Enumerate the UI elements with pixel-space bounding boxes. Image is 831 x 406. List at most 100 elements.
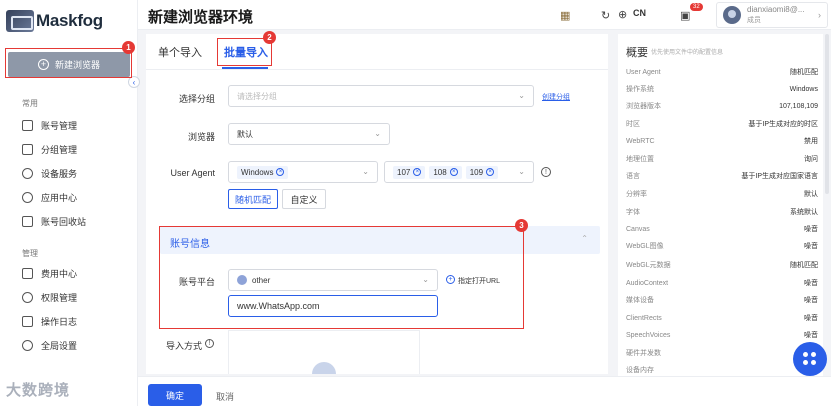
avatar bbox=[723, 6, 741, 24]
location-pin-icon bbox=[22, 167, 33, 179]
annotation-badge-3: 3 bbox=[515, 219, 528, 232]
summary-key: 地理位置 bbox=[626, 156, 654, 163]
group-select[interactable]: 请选择分组 ⌄ bbox=[228, 85, 534, 107]
remove-tag-icon[interactable]: × bbox=[449, 168, 458, 176]
sidebar: Maskfog + 新建浏览器 ‹ 常用 账号管理 分组管理 设备服务 应用中心… bbox=[0, 0, 140, 406]
sidebar-item-label: 账号回收站 bbox=[41, 216, 87, 227]
platform-globe-icon bbox=[237, 275, 247, 285]
browser-select[interactable]: 默认 ⌄ bbox=[228, 123, 390, 145]
notification-badge: 32 bbox=[690, 3, 703, 11]
account-info-title: 账号信息 bbox=[170, 239, 210, 250]
summary-value: 基于IP生成对应的时区 bbox=[748, 121, 818, 128]
tab-single-import[interactable]: 单个导入 bbox=[158, 44, 202, 60]
summary-value: 107,108,109 bbox=[779, 103, 818, 110]
yen-icon bbox=[22, 267, 33, 279]
sidebar-item-accounts[interactable]: 账号管理 bbox=[22, 117, 77, 133]
sidebar-item-settings[interactable]: 全局设置 bbox=[22, 337, 77, 353]
summary-row: User Agent 随机匹配 bbox=[626, 68, 818, 78]
summary-row: WebRTC 禁用 bbox=[626, 137, 818, 147]
group-folder-icon bbox=[22, 143, 33, 155]
globe-icon[interactable]: ⊕ bbox=[618, 8, 627, 21]
browser-value: 默认 bbox=[237, 129, 253, 139]
open-url-label[interactable]: 指定打开URL bbox=[458, 276, 500, 286]
os-select[interactable]: Windows × ⌄ bbox=[228, 161, 378, 183]
summary-scrollbar[interactable] bbox=[825, 34, 829, 194]
collapse-sidebar-icon[interactable]: ‹ bbox=[128, 76, 140, 88]
browser-label: 浏览器 bbox=[187, 132, 215, 142]
user-role: 成员 bbox=[747, 17, 761, 24]
summary-value: 噪音 bbox=[804, 243, 818, 250]
summary-row: 媒体设备 噪音 bbox=[626, 296, 818, 306]
confirm-button[interactable]: 确定 bbox=[148, 384, 202, 406]
summary-row: SpeechVoices 噪音 bbox=[626, 331, 818, 341]
summary-value: Windows bbox=[789, 86, 818, 93]
refresh-icon[interactable]: ↻ bbox=[601, 9, 610, 22]
sidebar-item-billing[interactable]: 费用中心 bbox=[22, 265, 77, 281]
sidebar-item-permissions[interactable]: 权限管理 bbox=[22, 289, 77, 305]
remove-tag-icon[interactable]: × bbox=[486, 168, 495, 176]
clipboard-icon bbox=[22, 315, 33, 327]
app-logo[interactable]: Maskfog bbox=[6, 8, 116, 34]
windows-layout-icon[interactable]: ▦ bbox=[560, 9, 570, 22]
new-browser-label: 新建浏览器 bbox=[54, 60, 100, 70]
ua-custom-button[interactable]: 自定义 bbox=[282, 189, 326, 209]
sidebar-item-logs[interactable]: 操作日志 bbox=[22, 313, 77, 329]
sidebar-item-label: 操作日志 bbox=[41, 316, 78, 327]
watermark: 大数跨境 bbox=[6, 382, 71, 399]
summary-panel: 概要 优先使用文件中的配置信息 User Agent 随机匹配 操作系统 Windo… bbox=[618, 34, 823, 376]
remove-tag-icon[interactable]: × bbox=[413, 168, 422, 176]
summary-subtitle: 优先使用文件中的配置信息 bbox=[651, 50, 724, 56]
url-input[interactable]: www.WhatsApp.com bbox=[228, 295, 438, 317]
maskfog-logo-icon bbox=[6, 10, 34, 32]
summary-key: 设备内存 bbox=[626, 367, 654, 374]
summary-key: SpeechVoices bbox=[626, 332, 671, 339]
apps-floating-button[interactable] bbox=[793, 342, 827, 376]
version-tag[interactable]: 107 × bbox=[393, 165, 426, 179]
top-bar: 新建浏览器环境 ▦ ↻ ⊕ CN ▣ 32 dianxiaomi8@... 成员… bbox=[138, 0, 831, 30]
group-label: 选择分组 bbox=[178, 94, 215, 104]
message-icon[interactable]: ▣ bbox=[680, 9, 690, 22]
sidebar-item-label: 设备服务 bbox=[41, 168, 78, 179]
language-selector[interactable]: CN bbox=[633, 8, 646, 18]
folder-icon bbox=[22, 119, 33, 131]
sidebar-item-groups[interactable]: 分组管理 bbox=[22, 141, 77, 157]
sidebar-item-devices[interactable]: 设备服务 bbox=[22, 165, 77, 181]
summary-row: 分辨率 默认 bbox=[626, 190, 818, 200]
remove-tag-icon[interactable]: × bbox=[276, 168, 285, 176]
sidebar-item-apps[interactable]: 应用中心 bbox=[22, 189, 77, 205]
platform-select[interactable]: other ⌄ bbox=[228, 269, 438, 291]
summary-key: 浏览器版本 bbox=[626, 103, 661, 110]
user-menu[interactable]: dianxiaomi8@... 成员 › bbox=[716, 2, 828, 28]
plus-icon: + bbox=[37, 59, 49, 70]
import-method-label: 导入方式 bbox=[165, 341, 202, 351]
add-circle-icon[interactable]: + bbox=[446, 275, 455, 284]
version-select[interactable]: 107 × 108 × 109 × ⌄ bbox=[384, 161, 534, 183]
summary-value: 默认 bbox=[804, 191, 818, 198]
summary-value: 噪音 bbox=[804, 297, 818, 304]
create-group-link[interactable]: 创建分组 bbox=[542, 92, 570, 102]
footer-bar: 确定 取消 bbox=[138, 376, 831, 406]
chevron-down-icon: ⌄ bbox=[362, 167, 369, 176]
summary-key: 字体 bbox=[626, 209, 640, 216]
version-tag[interactable]: 108 × bbox=[429, 165, 462, 179]
account-info-header[interactable]: 账号信息 ⌃ bbox=[160, 226, 600, 254]
new-browser-button[interactable]: + 新建浏览器 bbox=[8, 52, 130, 77]
info-icon[interactable]: ! bbox=[541, 167, 551, 177]
url-value: www.WhatsApp.com bbox=[237, 301, 320, 311]
cancel-button[interactable]: 取消 bbox=[216, 390, 234, 403]
sidebar-item-label: 应用中心 bbox=[41, 192, 78, 203]
summary-key: 语言 bbox=[626, 173, 640, 180]
os-tag[interactable]: Windows × bbox=[237, 165, 289, 179]
summary-key: AudioContext bbox=[626, 280, 669, 287]
summary-key: 媒体设备 bbox=[626, 297, 654, 304]
ua-random-button[interactable]: 随机匹配 bbox=[228, 189, 278, 209]
summary-row: 操作系统 Windows bbox=[626, 85, 818, 95]
info-icon[interactable]: ! bbox=[205, 339, 214, 348]
version-tag[interactable]: 109 × bbox=[465, 165, 499, 179]
annotation-badge-1: 1 bbox=[122, 41, 135, 54]
sidebar-item-recycle-bin[interactable]: 账号回收站 bbox=[22, 213, 86, 229]
summary-row: Canvas 噪音 bbox=[626, 225, 818, 235]
tab-batch-import[interactable]: 批量导入 bbox=[224, 44, 268, 60]
summary-value: 噪音 bbox=[804, 315, 818, 322]
summary-value: 基于IP生成对应国家语言 bbox=[741, 173, 818, 180]
